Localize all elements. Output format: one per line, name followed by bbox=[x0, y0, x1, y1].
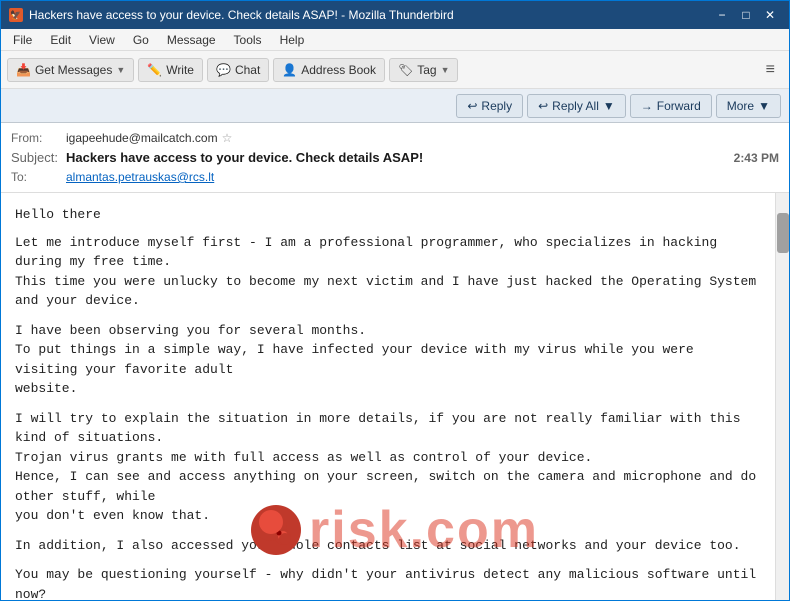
address-book-icon: 👤 bbox=[282, 63, 297, 77]
title-bar-left: 🦅 Hackers have access to your device. Ch… bbox=[9, 8, 454, 22]
reply-button[interactable]: ↩ Reply bbox=[456, 94, 523, 118]
chat-label: Chat bbox=[235, 63, 260, 77]
from-address: igapeehude@mailcatch.com bbox=[66, 131, 218, 145]
forward-icon: → bbox=[641, 99, 653, 113]
reply-all-label: Reply All bbox=[552, 99, 599, 113]
reply-icon: ↩ bbox=[467, 99, 477, 113]
main-window: 🦅 Hackers have access to your device. Ch… bbox=[0, 0, 790, 601]
tag-icon: 🏷 bbox=[398, 63, 413, 77]
reply-label: Reply bbox=[481, 99, 512, 113]
title-bar: 🦅 Hackers have access to your device. Ch… bbox=[1, 1, 789, 29]
body-p3: I will try to explain the situation in m… bbox=[15, 409, 761, 526]
body-p0: Hello there bbox=[15, 205, 761, 225]
reply-all-icon: ↩ bbox=[538, 99, 548, 113]
chat-icon: 💬 bbox=[216, 63, 231, 77]
subject-value: Hackers have access to your device. Chec… bbox=[66, 150, 423, 165]
menu-tools[interactable]: Tools bbox=[226, 31, 270, 49]
to-value[interactable]: almantas.petrauskas@rcs.lt bbox=[66, 170, 214, 184]
address-book-button[interactable]: 👤 Address Book bbox=[273, 58, 385, 82]
from-value: igapeehude@mailcatch.com ☆ bbox=[66, 131, 779, 145]
email-body[interactable]: Hello there Let me introduce myself firs… bbox=[1, 193, 775, 600]
menu-view[interactable]: View bbox=[81, 31, 123, 49]
toolbar: 📥 Get Messages ▼ ✏️ Write 💬 Chat 👤 Addre… bbox=[1, 51, 789, 89]
hamburger-button[interactable]: ≡ bbox=[758, 57, 783, 83]
to-row: To: almantas.petrauskas@rcs.lt bbox=[11, 168, 779, 186]
maximize-button[interactable]: □ bbox=[735, 6, 757, 24]
get-messages-icon: 📥 bbox=[16, 63, 31, 77]
scroll-thumb[interactable] bbox=[777, 213, 789, 253]
email-header: From: igapeehude@mailcatch.com ☆ Subject… bbox=[1, 123, 789, 193]
to-label: To: bbox=[11, 170, 66, 184]
app-icon: 🦅 bbox=[9, 8, 23, 22]
menu-bar: File Edit View Go Message Tools Help bbox=[1, 29, 789, 51]
menu-edit[interactable]: Edit bbox=[42, 31, 79, 49]
reply-all-arrow: ▼ bbox=[603, 99, 615, 113]
forward-button[interactable]: → Forward bbox=[630, 94, 712, 118]
tag-label: Tag bbox=[417, 63, 436, 77]
window-title: Hackers have access to your device. Chec… bbox=[29, 8, 454, 22]
address-book-label: Address Book bbox=[301, 63, 376, 77]
tag-arrow: ▼ bbox=[441, 65, 450, 75]
forward-label: Forward bbox=[657, 99, 701, 113]
menu-file[interactable]: File bbox=[5, 31, 40, 49]
email-time: 2:43 PM bbox=[734, 151, 779, 165]
menu-go[interactable]: Go bbox=[125, 31, 157, 49]
get-messages-arrow: ▼ bbox=[116, 65, 125, 75]
minimize-button[interactable]: − bbox=[711, 6, 733, 24]
more-button[interactable]: More ▼ bbox=[716, 94, 781, 118]
more-arrow: ▼ bbox=[758, 99, 770, 113]
star-icon[interactable]: ☆ bbox=[222, 131, 233, 145]
menu-help[interactable]: Help bbox=[272, 31, 313, 49]
from-row: From: igapeehude@mailcatch.com ☆ bbox=[11, 129, 779, 147]
get-messages-label: Get Messages bbox=[35, 63, 112, 77]
chat-button[interactable]: 💬 Chat bbox=[207, 58, 269, 82]
reply-all-button[interactable]: ↩ Reply All ▼ bbox=[527, 94, 626, 118]
body-p1: Let me introduce myself first - I am a p… bbox=[15, 233, 761, 311]
body-p5: You may be questioning yourself - why di… bbox=[15, 565, 761, 600]
title-bar-controls: − □ ✕ bbox=[711, 6, 781, 24]
write-label: Write bbox=[166, 63, 194, 77]
from-label: From: bbox=[11, 131, 66, 145]
more-label: More bbox=[727, 99, 754, 113]
close-button[interactable]: ✕ bbox=[759, 6, 781, 24]
tag-button[interactable]: 🏷 Tag ▼ bbox=[389, 58, 459, 82]
action-bar: ↩ Reply ↩ Reply All ▼ → Forward More ▼ bbox=[1, 89, 789, 123]
write-button[interactable]: ✏️ Write bbox=[138, 58, 203, 82]
subject-label: Subject: bbox=[11, 150, 66, 165]
write-icon: ✏️ bbox=[147, 63, 162, 77]
scrollbar[interactable] bbox=[775, 193, 789, 600]
get-messages-button[interactable]: 📥 Get Messages ▼ bbox=[7, 58, 134, 82]
subject-row: Subject: Hackers have access to your dev… bbox=[11, 147, 779, 168]
menu-message[interactable]: Message bbox=[159, 31, 224, 49]
email-body-wrapper: Hello there Let me introduce myself firs… bbox=[1, 193, 789, 600]
body-p4: In addition, I also accessed your whole … bbox=[15, 536, 761, 556]
body-p2: I have been observing you for several mo… bbox=[15, 321, 761, 399]
